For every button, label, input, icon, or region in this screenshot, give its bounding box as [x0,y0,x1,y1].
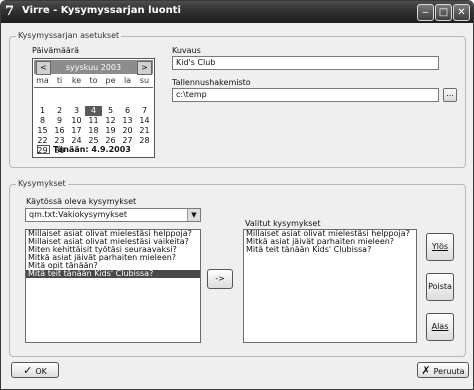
move-right-label: -> [215,274,225,283]
window-title: Virre - Kysymyssarjan luonti [22,5,181,16]
calendar-day[interactable]: 15 [34,126,51,136]
calendar-day[interactable]: 19 [102,126,119,136]
move-down-label: Alas [431,322,449,331]
calendar-header: < syyskuu 2003 > [34,60,153,75]
calendar-day[interactable]: 6 [119,106,136,116]
calendar-day[interactable]: 3 [68,106,85,116]
app-icon: 7 [5,4,15,19]
browse-button[interactable]: ... [443,88,457,102]
calendar-grid: ma ti ke to pe la su 1 2 3 4 5 6 7 8 9 10 11 12 13 14 15 16 17 1… [34,76,153,156]
calendar-day[interactable]: 14 [136,116,153,126]
save-folder-label: Tallennushakemisto [172,78,251,87]
cross-icon: ✗ [421,364,431,377]
calendar-day[interactable]: 8 [34,116,51,126]
calendar-day[interactable]: 2 [51,106,68,116]
calendar-weekday: su [139,76,150,85]
calendar-day[interactable]: 9 [51,116,68,126]
dialog-window: 7 Virre - Kysymyssarjan luonti ‒ □ ✕ Kys… [0,0,474,390]
ok-label: OK [35,367,47,376]
calendar-divider [34,87,153,88]
ok-button[interactable]: ✓ OK [11,362,59,378]
remove-label: Poista [428,282,452,291]
calendar-weekday: la [123,76,132,85]
calendar-today-label: Tänään: 4.9.2003 [53,145,131,154]
calendar-weekday: to [89,76,98,85]
questions-group-legend: Kysymykset [16,179,68,188]
calendar-day[interactable]: 7 [136,106,153,116]
save-folder-input[interactable]: c:\temp [172,88,439,102]
move-right-button[interactable]: -> [207,269,233,289]
calendar-day[interactable]: 11 [85,116,102,126]
date-calendar[interactable]: < syyskuu 2003 > ma ti ke to pe la su 1 2 3 4 5 6 7 8 9… [32,58,155,158]
minimize-button[interactable]: ‒ [417,4,434,21]
today-marker [37,145,50,154]
date-label: Päivämäärä [32,46,80,55]
calendar-day[interactable]: 10 [68,116,85,126]
list-item[interactable]: Mitä teit tänään Kids' Clubissa? [26,270,200,278]
chosen-questions-list[interactable]: Millaiset asiat olivat mielestäsi helppo… [243,229,417,343]
cancel-label: Peruuta [433,367,465,376]
list-item[interactable]: Mitä teit tänään Kids' Clubissa? [244,246,416,254]
calendar-day[interactable]: 13 [119,116,136,126]
chosen-label: Valitut kysymykset [245,219,321,228]
in-use-label: Käytössä oleva kysymykset [26,197,137,206]
check-icon: ✓ [23,364,33,377]
title-bar[interactable]: 7 Virre - Kysymyssarjan luonti ‒ □ ✕ [1,1,473,23]
calendar-day[interactable]: 12 [102,116,119,126]
calendar-day[interactable]: 21 [136,126,153,136]
move-up-label: Ylös [431,242,449,251]
calendar-day[interactable]: 1 [34,106,51,116]
calendar-next-button[interactable]: > [137,61,152,75]
calendar-weekday: ke [71,76,82,85]
maximize-button[interactable]: □ [435,4,452,21]
available-questions-list[interactable]: Millaiset asiat olivat mielestäsi helppo… [25,229,201,343]
calendar-weekday: pe [105,76,116,85]
description-label: Kuvaus [172,46,201,55]
close-button[interactable]: ✕ [453,4,470,21]
calendar-month-label: syyskuu 2003 [65,63,122,72]
calendar-weekday: ti [56,76,63,85]
calendar-day[interactable]: 20 [119,126,136,136]
calendar-weekday: ma [36,76,49,85]
calendar-day[interactable]: 16 [51,126,68,136]
calendar-prev-button[interactable]: < [36,61,51,75]
calendar-day-selected[interactable]: 4 [85,106,102,116]
calendar-day[interactable]: 28 [136,136,153,146]
settings-group-legend: Kysymyssarjan asetukset [16,31,122,40]
chevron-down-icon[interactable]: ▼ [187,209,200,221]
remove-button[interactable]: Poista [426,273,454,301]
calendar-day[interactable]: 5 [102,106,119,116]
move-down-button[interactable]: Alas [426,313,454,341]
in-use-select[interactable]: qm.txt:Vakiokysymykset ▼ [25,208,201,222]
cancel-button[interactable]: ✗ Peruuta [417,362,469,378]
calendar-day[interactable]: 17 [68,126,85,136]
description-input[interactable]: Kid's Club [172,56,439,70]
calendar-today[interactable]: Tänään: 4.9.2003 [37,145,131,154]
move-up-button[interactable]: Ylös [426,233,454,261]
in-use-select-value: qm.txt:Vakiokysymykset [29,210,127,219]
calendar-day[interactable]: 18 [85,126,102,136]
